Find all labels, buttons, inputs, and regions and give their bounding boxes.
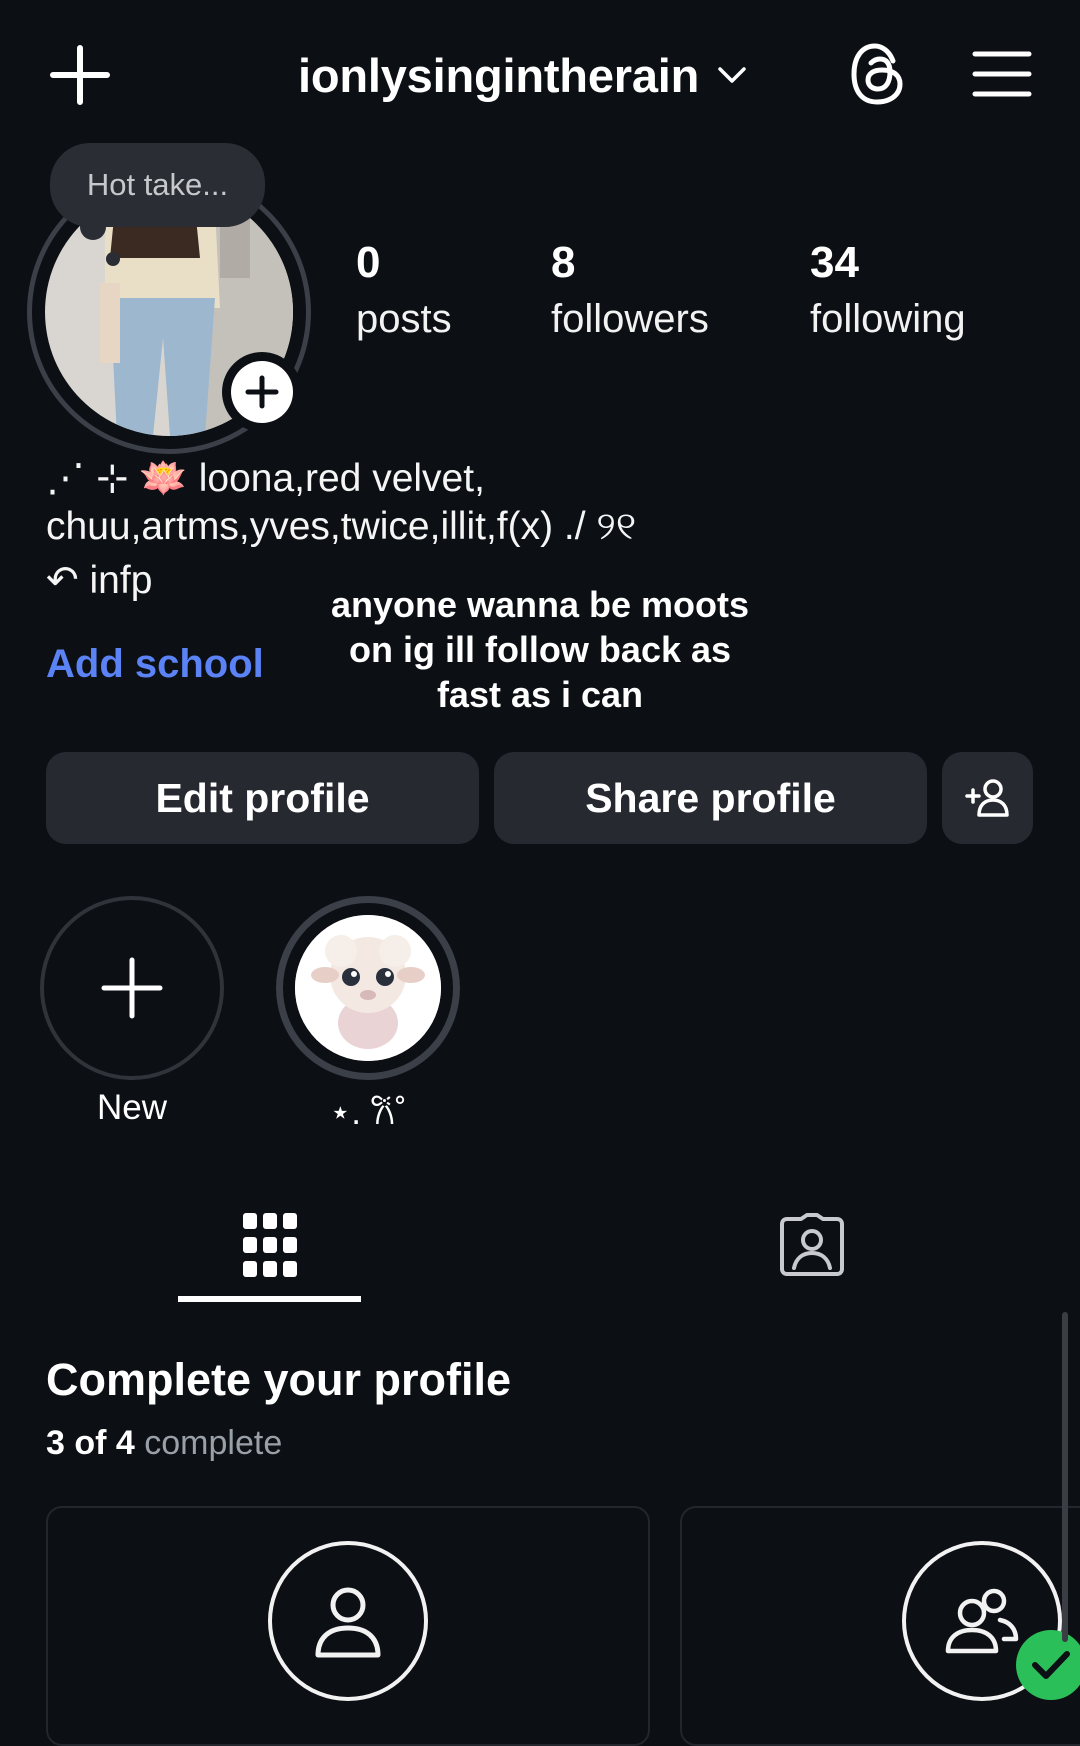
share-profile-button[interactable]: Share profile <box>494 752 927 844</box>
complete-profile-title: Complete your profile <box>46 1354 512 1405</box>
bio-line-1: ⋰ ⊹ 🪷 loona,red velvet, <box>46 457 485 500</box>
scrollbar[interactable] <box>1062 1312 1068 1642</box>
highlight-label: ⋆. 𐙚˚ <box>329 1093 407 1132</box>
bio-line-2: chuu,artms,yves,twice,illit,f(x) ./ ୨୧ <box>46 505 637 548</box>
active-tab-indicator <box>178 1296 361 1302</box>
account-switcher[interactable]: ionlysingintherain <box>298 40 747 110</box>
edit-profile-button[interactable]: Edit profile <box>46 752 479 844</box>
note-bubble-tail <box>80 214 106 240</box>
grid-icon <box>242 1213 297 1277</box>
progress-suffix: complete <box>144 1424 283 1462</box>
hamburger-menu-icon <box>972 51 1032 97</box>
add-school-link[interactable]: Add school <box>46 642 264 687</box>
lamb-toy-image <box>295 915 441 1061</box>
overlay-caption: anyone wanna be moots on ig ill follow b… <box>330 584 750 715</box>
discover-people-button[interactable] <box>942 752 1033 844</box>
tab-posts-grid[interactable] <box>178 1200 361 1290</box>
following-count[interactable]: 34 following <box>810 235 966 347</box>
bio-line-3: ↶ infp <box>46 559 153 602</box>
tab-tagged[interactable] <box>720 1200 903 1290</box>
posts-count[interactable]: 0 posts <box>356 235 452 347</box>
person-icon <box>315 1587 381 1658</box>
note-bubble-tail-dot <box>106 252 120 266</box>
stat-value: 8 <box>551 238 576 287</box>
add-story-button[interactable] <box>222 352 302 432</box>
tagged-icon <box>779 1213 844 1276</box>
create-plus-button[interactable] <box>40 35 120 115</box>
followers-count[interactable]: 8 followers <box>551 235 709 347</box>
menu-button[interactable] <box>962 34 1042 114</box>
stat-value: 0 <box>356 238 381 287</box>
highlight-label: New <box>96 1088 168 1127</box>
stat-value: 34 <box>810 238 859 287</box>
checkmark-icon <box>1032 1651 1070 1679</box>
username: ionlysingintherain <box>298 48 700 102</box>
note-bubble[interactable]: Hot take... <box>50 143 265 227</box>
completed-check-badge <box>1016 1630 1080 1700</box>
profile-photo-step[interactable] <box>268 1541 428 1701</box>
chevron-down-icon <box>718 67 746 83</box>
share-profile-label: Share profile <box>585 774 836 821</box>
plus-icon <box>50 45 110 105</box>
plus-icon <box>101 957 163 1019</box>
plus-icon <box>245 375 279 409</box>
stat-label: posts <box>356 297 452 341</box>
stat-label: followers <box>551 297 709 341</box>
add-person-icon <box>964 779 1009 817</box>
people-icon <box>945 1588 1019 1654</box>
edit-profile-label: Edit profile <box>155 774 370 821</box>
complete-profile-progress: 3 of 4 complete <box>46 1424 282 1463</box>
stat-label: following <box>810 297 966 341</box>
threads-button[interactable] <box>838 34 918 114</box>
highlight-cover[interactable] <box>295 915 441 1061</box>
threads-icon <box>851 43 903 105</box>
progress-count: 3 of 4 <box>46 1424 135 1462</box>
new-highlight-button[interactable] <box>40 896 224 1080</box>
